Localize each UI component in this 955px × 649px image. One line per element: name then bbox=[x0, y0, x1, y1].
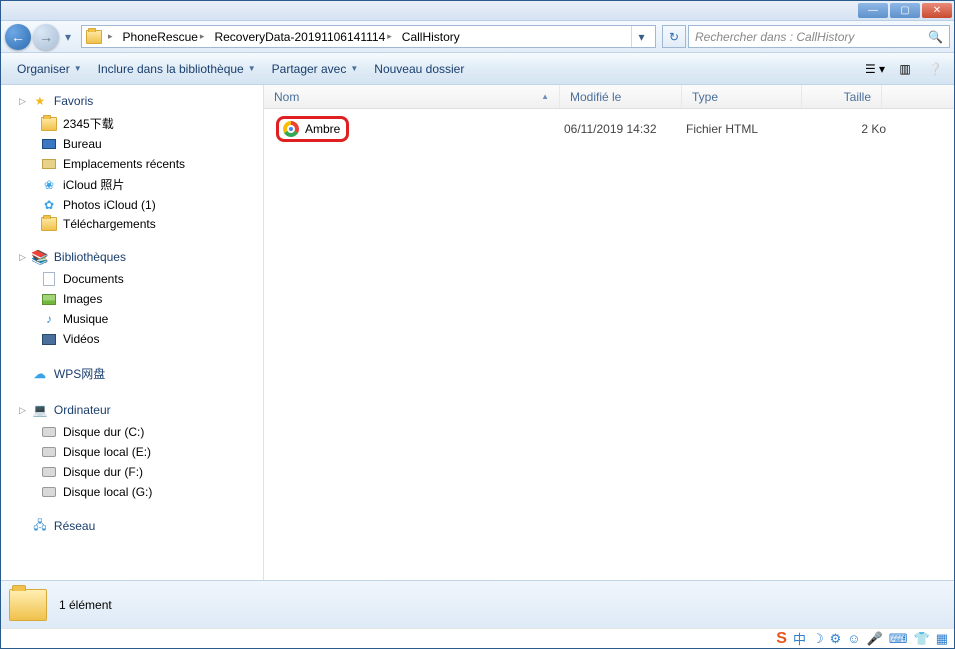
images-icon bbox=[42, 294, 56, 305]
nav-history-dropdown[interactable]: ▾ bbox=[61, 30, 75, 44]
file-name: Ambre bbox=[305, 122, 340, 136]
folder-icon bbox=[9, 589, 47, 621]
chrome-icon bbox=[283, 121, 299, 137]
search-input[interactable]: Rechercher dans : CallHistory 🔍 bbox=[688, 25, 950, 48]
moon-icon[interactable]: ☽ bbox=[812, 631, 824, 647]
desktop-icon bbox=[42, 139, 56, 149]
folder-icon bbox=[86, 30, 102, 44]
file-list: Ambre 06/11/2019 14:32 Fichier HTML 2 Ko bbox=[264, 109, 954, 580]
toolbox-icon[interactable]: ▦ bbox=[936, 631, 948, 647]
back-button[interactable]: ← bbox=[5, 24, 31, 50]
folder-icon bbox=[41, 117, 57, 131]
col-type[interactable]: Type bbox=[682, 85, 802, 108]
address-bar[interactable]: ▸ PhoneRescue▸ RecoveryData-201911061411… bbox=[81, 25, 656, 48]
close-button[interactable]: ✕ bbox=[922, 3, 952, 18]
addr-dropdown[interactable]: ▾ bbox=[631, 26, 651, 47]
toolbar: Organiser▼ Inclure dans la bibliothèque▼… bbox=[1, 53, 954, 85]
organize-button[interactable]: Organiser▼ bbox=[9, 58, 90, 80]
sidebar-item[interactable]: Disque dur (C:) bbox=[1, 422, 263, 442]
computer-icon: 💻 bbox=[32, 402, 48, 418]
title-bar: — ▢ ✕ bbox=[1, 1, 954, 21]
sidebar-item[interactable]: Disque local (G:) bbox=[1, 482, 263, 502]
mic-icon[interactable]: 🎤 bbox=[867, 631, 883, 647]
file-area: Nom▲ Modifié le Type Taille Ambre 06/11/… bbox=[264, 85, 954, 580]
search-placeholder: Rechercher dans : CallHistory bbox=[695, 30, 854, 44]
status-text: 1 élément bbox=[59, 598, 112, 612]
drive-icon bbox=[42, 487, 56, 497]
library-icon: 📚 bbox=[32, 249, 48, 265]
sidebar-item[interactable]: Bureau bbox=[1, 134, 263, 154]
maximize-button[interactable]: ▢ bbox=[890, 3, 920, 18]
preview-pane-button[interactable]: ▥ bbox=[894, 58, 916, 80]
keyboard-icon[interactable]: ⌨ bbox=[889, 631, 908, 647]
icloud-icon: ❀ bbox=[41, 177, 57, 193]
column-headers: Nom▲ Modifié le Type Taille bbox=[264, 85, 954, 109]
documents-icon bbox=[43, 272, 55, 286]
navigation-pane: ▷★Favoris 2345下载 Bureau Emplacements réc… bbox=[1, 85, 264, 580]
include-library-button[interactable]: Inclure dans la bibliothèque▼ bbox=[90, 58, 264, 80]
search-icon: 🔍 bbox=[928, 30, 943, 44]
breadcrumb-item[interactable]: CallHistory bbox=[398, 26, 464, 47]
sidebar-item[interactable]: Vidéos bbox=[1, 329, 263, 349]
libraries-section[interactable]: ▷📚Bibliothèques bbox=[1, 245, 263, 269]
drive-icon bbox=[42, 467, 56, 477]
view-options-button[interactable]: ☰ ▾ bbox=[864, 58, 886, 80]
smile-icon[interactable]: ☺ bbox=[847, 631, 860, 646]
forward-button[interactable]: → bbox=[33, 24, 59, 50]
refresh-button[interactable]: ↻ bbox=[662, 25, 686, 48]
recent-icon bbox=[42, 159, 56, 169]
nav-row: ← → ▾ ▸ PhoneRescue▸ RecoveryData-201911… bbox=[1, 21, 954, 53]
sidebar-item[interactable]: Documents bbox=[1, 269, 263, 289]
file-row[interactable]: Ambre 06/11/2019 14:32 Fichier HTML 2 Ko bbox=[268, 117, 950, 141]
help-button[interactable]: ❔ bbox=[924, 58, 946, 80]
highlighted-file: Ambre bbox=[276, 116, 349, 142]
sidebar-item[interactable]: ♪Musique bbox=[1, 309, 263, 329]
sidebar-item[interactable]: 2345下载 bbox=[1, 113, 263, 134]
sidebar-item[interactable]: ❀iCloud 照片 bbox=[1, 174, 263, 195]
breadcrumb-item[interactable]: PhoneRescue▸ bbox=[119, 26, 211, 47]
network-icon: 🖧 bbox=[32, 518, 48, 534]
drive-icon bbox=[42, 427, 56, 437]
sidebar-item[interactable]: Images bbox=[1, 289, 263, 309]
sidebar-item[interactable]: ✿Photos iCloud (1) bbox=[1, 195, 263, 215]
minimize-button[interactable]: — bbox=[858, 3, 888, 18]
explorer-window: — ▢ ✕ ← → ▾ ▸ PhoneRescue▸ RecoveryData-… bbox=[0, 0, 955, 649]
photos-icon: ✿ bbox=[41, 197, 57, 213]
wps-section[interactable]: ▷☁WPS网盘 bbox=[1, 361, 263, 386]
music-icon: ♪ bbox=[41, 311, 57, 327]
ime-chinese-icon[interactable]: 中 bbox=[793, 629, 806, 648]
computer-section[interactable]: ▷💻Ordinateur bbox=[1, 398, 263, 422]
skin-icon[interactable]: 👕 bbox=[914, 631, 930, 647]
status-bar: 1 élément bbox=[1, 580, 954, 628]
gear-icon[interactable]: ⚙ bbox=[830, 631, 842, 647]
breadcrumb-item[interactable]: RecoveryData-20191106141114▸ bbox=[210, 26, 397, 47]
videos-icon bbox=[42, 334, 56, 345]
sidebar-item[interactable]: Disque dur (F:) bbox=[1, 462, 263, 482]
col-modified[interactable]: Modifié le bbox=[560, 85, 682, 108]
share-with-button[interactable]: Partager avec▼ bbox=[264, 58, 367, 80]
sogou-icon[interactable]: S bbox=[776, 630, 787, 648]
system-tray: S 中 ☽ ⚙ ☺ 🎤 ⌨ 👕 ▦ bbox=[1, 628, 954, 648]
file-type: Fichier HTML bbox=[686, 122, 806, 136]
sidebar-item[interactable]: Téléchargements bbox=[1, 215, 263, 233]
folder-icon bbox=[41, 217, 57, 231]
sidebar-item[interactable]: Disque local (E:) bbox=[1, 442, 263, 462]
file-modified: 06/11/2019 14:32 bbox=[564, 122, 686, 136]
favorites-section[interactable]: ▷★Favoris bbox=[1, 89, 263, 113]
drive-icon bbox=[42, 447, 56, 457]
file-size: 2 Ko bbox=[806, 122, 886, 136]
new-folder-button[interactable]: Nouveau dossier bbox=[366, 58, 472, 80]
col-name[interactable]: Nom▲ bbox=[264, 85, 560, 108]
col-size[interactable]: Taille bbox=[802, 85, 882, 108]
sidebar-item[interactable]: Emplacements récents bbox=[1, 154, 263, 174]
network-section[interactable]: ▷🖧Réseau bbox=[1, 514, 263, 538]
body: ▷★Favoris 2345下载 Bureau Emplacements réc… bbox=[1, 85, 954, 580]
cloud-icon: ☁ bbox=[32, 366, 48, 382]
